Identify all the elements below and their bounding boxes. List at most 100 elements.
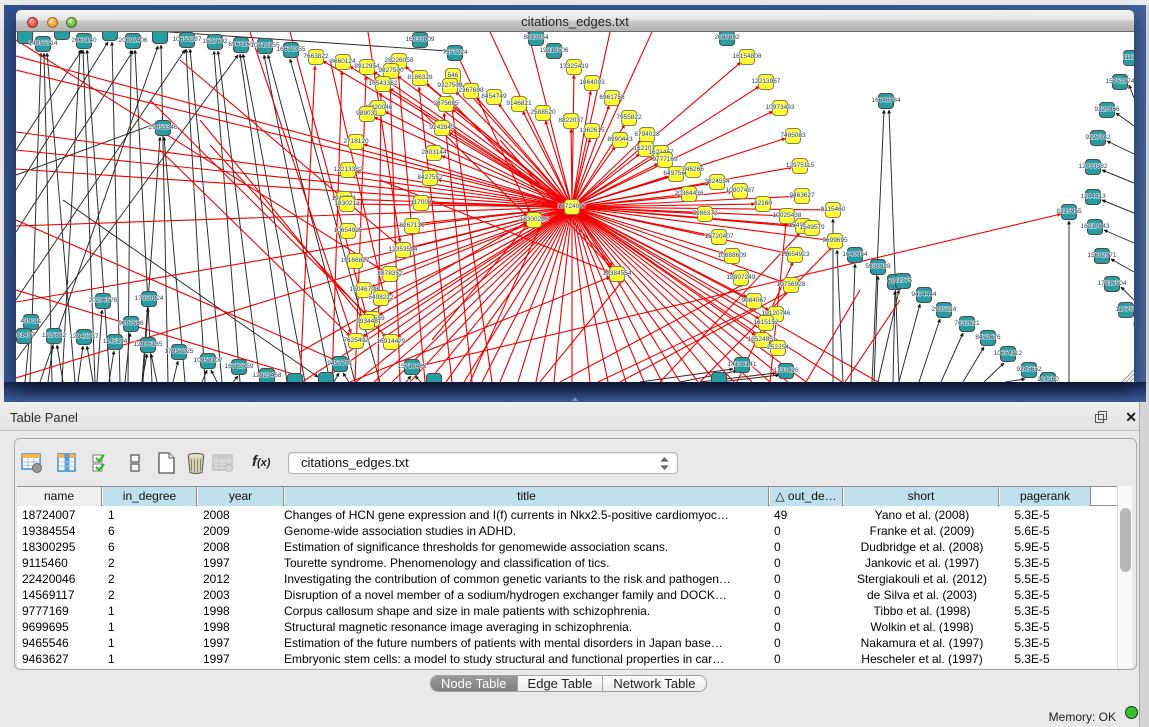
svg-text:10807487: 10807487 [726, 187, 755, 194]
svg-text:439011: 439011 [20, 318, 42, 325]
svg-text:9827500: 9827500 [378, 67, 404, 74]
svg-text:10025438: 10025438 [773, 212, 802, 219]
svg-text:993448: 993448 [356, 318, 378, 325]
svg-text:8990443: 8990443 [607, 136, 633, 143]
svg-text:8912954: 8912954 [354, 63, 380, 70]
svg-text:3875685: 3875685 [433, 100, 459, 107]
svg-text:10719155: 10719155 [251, 42, 280, 49]
svg-text:20364436: 20364436 [675, 190, 704, 197]
svg-text:9329966: 9329966 [1094, 106, 1120, 113]
svg-text:10756928: 10756928 [777, 281, 806, 288]
svg-text:10958107: 10958107 [194, 357, 223, 364]
svg-text:15716485: 15716485 [398, 363, 427, 370]
svg-text:9115460: 9115460 [821, 206, 846, 213]
svg-text:12905185: 12905185 [134, 341, 163, 348]
svg-text:12942737: 12942737 [70, 333, 99, 340]
svg-text:15751074: 15751074 [1106, 78, 1134, 85]
svg-text:1362615: 1362615 [579, 127, 605, 134]
svg-text:8660124: 8660124 [330, 58, 356, 65]
svg-text:20206576: 20206576 [89, 297, 118, 304]
svg-text:1830213: 1830213 [334, 200, 360, 207]
svg-text:14136141: 14136141 [728, 361, 757, 368]
svg-text:8822037: 8822037 [558, 117, 584, 124]
svg-text:10653287: 10653287 [173, 36, 202, 43]
svg-text:2718120: 2718120 [343, 138, 369, 145]
svg-text:62160: 62160 [754, 200, 772, 207]
svg-text:9474444: 9474444 [911, 291, 937, 298]
svg-text:8471676: 8471676 [975, 334, 1001, 341]
svg-text:16543382: 16543382 [369, 80, 398, 87]
svg-text:10654112: 10654112 [994, 350, 1023, 357]
svg-text:2087682: 2087682 [714, 34, 740, 41]
svg-text:391497: 391497 [16, 332, 35, 339]
svg-text:13325419: 13325419 [560, 63, 589, 70]
svg-text:116753: 116753 [1115, 306, 1134, 313]
svg-text:9457791: 9457791 [327, 360, 353, 367]
svg-text:8427552: 8427552 [417, 174, 443, 181]
svg-text:8215955: 8215955 [1056, 208, 1082, 215]
svg-text:9146821: 9146821 [506, 100, 532, 107]
svg-text:9242845: 9242845 [429, 124, 455, 131]
svg-text:5498222: 5498222 [368, 294, 394, 301]
svg-text:18807249: 18807249 [727, 274, 756, 281]
svg-text:1640954: 1640954 [842, 251, 868, 258]
svg-text:989031: 989031 [356, 110, 378, 117]
svg-text:746266: 746266 [682, 166, 704, 173]
svg-text:8186328: 8186328 [407, 74, 433, 81]
svg-text:19384554: 19384554 [603, 270, 632, 277]
svg-text:15720407: 15720407 [705, 233, 734, 240]
svg-text:8813054: 8813054 [523, 34, 549, 41]
svg-text:7663822: 7663822 [303, 53, 329, 60]
svg-text:16033809: 16033809 [406, 36, 435, 43]
svg-text:19166827: 19166827 [341, 257, 370, 264]
svg-text:28226058: 28226058 [385, 57, 414, 64]
svg-text:9227342: 9227342 [1085, 134, 1111, 141]
svg-text:20691406: 20691406 [119, 37, 148, 44]
svg-text:10973493: 10973493 [766, 104, 795, 111]
svg-text:16210643: 16210643 [1081, 223, 1110, 230]
svg-text:1733426: 1733426 [773, 367, 799, 374]
svg-text:19218506: 19218506 [540, 47, 569, 54]
svg-text:16671355: 16671355 [277, 46, 306, 53]
svg-text:12923468: 12923468 [253, 372, 282, 379]
svg-text:7625402: 7625402 [343, 337, 369, 344]
svg-text:6794028: 6794028 [634, 131, 660, 138]
svg-text:8878352: 8878352 [377, 270, 403, 277]
svg-text:1864093: 1864093 [579, 79, 605, 86]
svg-text:18300295: 18300295 [520, 216, 549, 223]
svg-text:2367608: 2367608 [458, 87, 484, 94]
svg-text:16782759: 16782759 [225, 363, 254, 370]
svg-text:9084067: 9084067 [741, 297, 767, 304]
svg-text:7955822: 7955822 [616, 114, 642, 121]
svg-text:16154808: 16154808 [733, 53, 762, 60]
svg-text:2803144: 2803144 [421, 149, 447, 156]
svg-text:9699695: 9699695 [822, 237, 848, 244]
svg-text:18724007: 18724007 [558, 203, 587, 210]
svg-text:2588520: 2588520 [530, 109, 556, 116]
svg-text:12213382: 12213382 [334, 166, 363, 173]
svg-text:2935114: 2935114 [932, 306, 957, 313]
svg-text:1527602: 1527602 [202, 38, 228, 45]
svg-text:8454749: 8454749 [481, 93, 507, 100]
svg-text:124560: 124560 [1037, 376, 1059, 382]
svg-text:17016504: 17016504 [1098, 280, 1127, 287]
svg-text:1145194: 1145194 [103, 338, 128, 345]
svg-text:10688609: 10688609 [718, 252, 747, 259]
svg-text:7485083: 7485083 [780, 132, 806, 139]
svg-text:91975: 91975 [894, 277, 912, 284]
svg-text:7986372: 7986372 [692, 210, 718, 217]
svg-text:12213967: 12213967 [752, 78, 781, 85]
svg-text:10654925: 10654925 [334, 227, 363, 234]
svg-text:15692971: 15692971 [1088, 252, 1117, 259]
svg-text:12975115: 12975115 [786, 162, 815, 169]
svg-text:12093582: 12093582 [1079, 163, 1108, 170]
svg-text:17957225: 17957225 [165, 348, 194, 355]
svg-text:1549579: 1549579 [799, 224, 825, 231]
svg-text:19654923: 19654923 [781, 251, 810, 258]
svg-text:6961758: 6961758 [599, 94, 625, 101]
svg-text:7357224: 7357224 [442, 49, 468, 56]
svg-text:252254: 252254 [767, 344, 789, 351]
svg-text:9777169: 9777169 [652, 156, 678, 163]
svg-text:16914479: 16914479 [377, 338, 406, 345]
svg-text:12353594: 12353594 [389, 246, 418, 253]
